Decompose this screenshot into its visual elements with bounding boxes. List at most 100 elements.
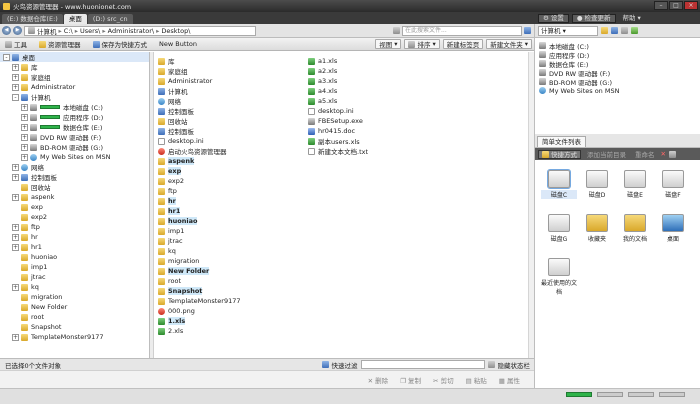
tree-item[interactable]: + TemplateMonster9177 bbox=[0, 332, 149, 342]
tree-item[interactable]: + 库 bbox=[0, 62, 149, 72]
check-update-button[interactable]: ● 检查更新 bbox=[571, 13, 616, 23]
crumb-computer[interactable]: 计算机 bbox=[37, 26, 57, 36]
drive-select[interactable]: 计算机 ▾ bbox=[538, 25, 598, 36]
file-item[interactable]: aspenk bbox=[158, 156, 245, 166]
options-icon[interactable] bbox=[668, 150, 676, 158]
tools-button[interactable]: 工具 bbox=[2, 39, 30, 49]
file-item[interactable]: 家庭组 bbox=[158, 66, 245, 76]
expand-icon[interactable]: + bbox=[12, 73, 19, 81]
crumb-c[interactable]: C:\ bbox=[64, 27, 73, 35]
minimize-button[interactable]: – bbox=[654, 1, 668, 10]
tree-item[interactable]: root bbox=[0, 312, 149, 322]
file-item[interactable]: hr1 bbox=[158, 206, 245, 216]
tree-item[interactable]: imp1 bbox=[0, 262, 149, 272]
view-icon[interactable] bbox=[611, 27, 618, 34]
rename-button[interactable]: 重命名 bbox=[632, 150, 658, 159]
expand-icon[interactable]: + bbox=[12, 233, 19, 241]
new-button[interactable]: New Button bbox=[156, 39, 200, 49]
file-item[interactable]: 回收站 bbox=[158, 116, 245, 126]
expand-icon[interactable]: + bbox=[12, 63, 19, 71]
file-item[interactable]: root bbox=[158, 276, 245, 286]
new-folder-button[interactable]: 新建文件夹 ▾ bbox=[486, 39, 532, 49]
file-item[interactable]: a5.xls bbox=[308, 96, 372, 106]
tree-item[interactable]: + 网络 bbox=[0, 162, 149, 172]
close-icon[interactable]: ✕ bbox=[661, 150, 666, 158]
tree-item[interactable]: + aspenk bbox=[0, 192, 149, 202]
back-icon[interactable]: ◀ bbox=[2, 26, 11, 35]
expand-icon[interactable]: + bbox=[12, 223, 19, 231]
file-item[interactable]: jtrac bbox=[158, 236, 245, 246]
tree-item[interactable]: New Folder bbox=[0, 302, 149, 312]
refresh-icon[interactable] bbox=[393, 27, 400, 34]
tree-item[interactable]: + DVD RW 驱动器 (F:) bbox=[0, 132, 149, 142]
file-item[interactable]: Administrator bbox=[158, 76, 245, 86]
file-item[interactable]: 计算机 bbox=[158, 86, 245, 96]
tree-item[interactable]: + My Web Sites on MSN bbox=[0, 152, 149, 162]
file-item[interactable]: 1.xls bbox=[158, 316, 245, 326]
shortcut-item[interactable]: 磁盘D bbox=[579, 170, 615, 199]
tree-item[interactable]: + BD-ROM 驱动器 (G:) bbox=[0, 142, 149, 152]
expand-icon[interactable]: + bbox=[12, 163, 19, 171]
shortcut-item[interactable]: 收藏夹 bbox=[579, 214, 615, 243]
file-item[interactable]: 000.png bbox=[158, 306, 245, 316]
quick-filter-input[interactable] bbox=[360, 360, 485, 369]
properties-button[interactable]: ▦ 属性 bbox=[499, 375, 520, 385]
tree-item[interactable]: + kq bbox=[0, 282, 149, 292]
tree-item[interactable]: jtrac bbox=[0, 272, 149, 282]
add-current-button[interactable]: 添加当前目录 bbox=[584, 150, 629, 159]
drive-item[interactable]: BD-ROM 驱动器 (G:) bbox=[539, 77, 696, 87]
new-tab-button[interactable]: 新建标签页 bbox=[442, 39, 484, 49]
view-button[interactable]: 视图 ▾ bbox=[375, 39, 402, 49]
expand-icon[interactable]: + bbox=[21, 133, 28, 141]
file-item[interactable]: desktop.ini bbox=[308, 106, 372, 116]
copy-button[interactable]: ❐ 复制 bbox=[400, 375, 421, 385]
expand-icon[interactable]: + bbox=[21, 143, 28, 151]
settings-button[interactable]: ⚙ 设置 bbox=[538, 13, 569, 23]
shortcut-item[interactable]: 最近使用的文档 bbox=[541, 258, 577, 296]
tab-desktop[interactable]: 桌面 bbox=[63, 14, 87, 24]
file-item[interactable]: a3.xls bbox=[308, 76, 372, 86]
file-item[interactable]: kq bbox=[158, 246, 245, 256]
paste-button[interactable]: ▤ 粘贴 bbox=[466, 375, 487, 385]
drive-item[interactable]: My Web Sites on MSN bbox=[539, 86, 696, 95]
file-item[interactable]: imp1 bbox=[158, 226, 245, 236]
tree-item[interactable]: + 家庭组 bbox=[0, 72, 149, 82]
tree-item[interactable]: huoniao bbox=[0, 252, 149, 262]
close-button[interactable]: × bbox=[684, 1, 698, 10]
file-item[interactable]: 控制面板 bbox=[158, 106, 245, 116]
cut-button[interactable]: ✂ 剪切 bbox=[433, 375, 454, 385]
help-menu[interactable]: 帮助 ▾ bbox=[619, 14, 645, 23]
tree-item[interactable]: Snapshot bbox=[0, 322, 149, 332]
file-item[interactable]: 启动火鸟资源管理器 bbox=[158, 146, 245, 156]
file-item[interactable]: 控制面板 bbox=[158, 126, 245, 136]
shortcut-item[interactable]: 磁盘C bbox=[541, 169, 577, 199]
file-item[interactable]: Snapshot bbox=[158, 286, 245, 296]
hide-status-checkbox[interactable] bbox=[487, 361, 495, 368]
up-icon[interactable] bbox=[621, 27, 628, 34]
tree-item[interactable]: + 本地磁盘 (C:) bbox=[0, 102, 149, 112]
save-shortcut-button[interactable]: 保存为快捷方式 bbox=[90, 39, 151, 49]
expand-icon[interactable]: + bbox=[21, 153, 28, 161]
file-item[interactable]: 库 bbox=[158, 56, 245, 66]
crumb-users[interactable]: Users\ bbox=[80, 27, 100, 35]
file-item[interactable]: exp2 bbox=[158, 176, 245, 186]
file-item[interactable]: 2.xls bbox=[158, 326, 245, 336]
collapse-icon[interactable]: - bbox=[12, 93, 19, 101]
shortcut-mode-button[interactable]: 快捷方式 bbox=[538, 149, 581, 159]
tree-item[interactable]: exp bbox=[0, 202, 149, 212]
crumb-administrator[interactable]: Administrator\ bbox=[108, 27, 155, 35]
breadcrumb[interactable]: 计算机 ▸ C:\ ▸ Users\ ▸ Administrator\ ▸ De… bbox=[24, 25, 256, 36]
forward-icon[interactable]: ▶ bbox=[13, 26, 22, 35]
tree-item[interactable]: exp2 bbox=[0, 212, 149, 222]
tree-item[interactable]: + 数据仓库 (E:) bbox=[0, 122, 149, 132]
tree-item[interactable]: - 计算机 bbox=[0, 92, 149, 102]
file-item[interactable]: FBESetup.exe bbox=[308, 116, 372, 126]
expand-icon[interactable]: + bbox=[12, 283, 19, 291]
expand-icon[interactable]: + bbox=[12, 173, 19, 181]
file-item[interactable]: hr0415.doc bbox=[308, 126, 372, 136]
delete-button[interactable]: ✕ 删除 bbox=[368, 375, 389, 385]
shortcut-item[interactable]: 桌面 bbox=[655, 214, 691, 243]
tree-item[interactable]: + hr bbox=[0, 232, 149, 242]
search-input[interactable]: 在此搜索文件... bbox=[402, 25, 522, 36]
tab-drive-e[interactable]: (E:) 数据仓库(E:) bbox=[2, 14, 63, 24]
